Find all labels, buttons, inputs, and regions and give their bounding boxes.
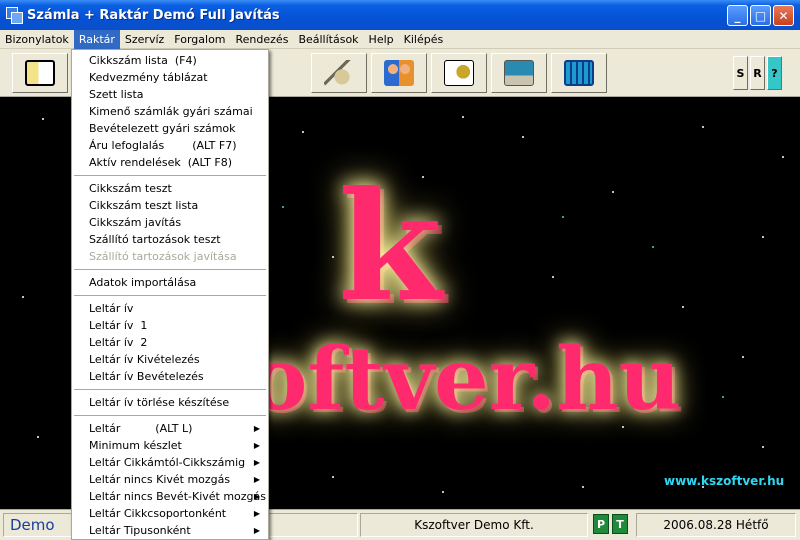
menu-item-szett-lista[interactable]: Szett lista <box>72 86 268 103</box>
submenu-arrow-icon: ▶ <box>253 475 260 484</box>
users-icon <box>384 60 414 86</box>
menu-item-aktiv-rendelesek[interactable]: Aktív rendelések (ALT F8) <box>72 154 268 171</box>
submenu-arrow-icon: ▶ <box>253 441 260 450</box>
submenu-arrow-icon: ▶ <box>253 526 260 535</box>
toolbar-button-music[interactable] <box>311 53 367 93</box>
website-link[interactable]: www.kszoftver.hu <box>664 474 784 488</box>
menu-item-cikkszam-teszt-lista[interactable]: Cikkszám teszt lista <box>72 197 268 214</box>
menu-item-leltar-iv-torlese[interactable]: Leltár ív törlése készítése <box>72 394 268 411</box>
submenu-arrow-icon: ▶ <box>253 509 260 518</box>
menu-item-leltar-iv-kivetelezes[interactable]: Leltár ív Kivételezés <box>72 351 268 368</box>
menu-item-kimeno-gyari-szamai[interactable]: Kimenő számlák gyári számai <box>72 103 268 120</box>
menu-beallitasok[interactable]: Beállítások <box>293 30 363 49</box>
calculator-icon <box>564 60 594 86</box>
window-title: Számla + Raktár Demó Full Javítás <box>27 7 280 23</box>
toolbar-button-partners[interactable] <box>371 53 427 93</box>
menu-bizonylatok[interactable]: Bizonylatok <box>0 30 74 49</box>
menu-item-label: Leltár nincs Kivét mozgás <box>89 473 231 486</box>
menu-help[interactable]: Help <box>364 30 399 49</box>
minimize-button[interactable]: _ <box>727 5 748 26</box>
toolbar-s-button[interactable]: S <box>733 56 748 90</box>
toolbar-button-computer[interactable] <box>491 53 547 93</box>
raktar-dropdown-menu: Cikkszám lista (F4) Kedvezmény táblázat … <box>71 49 269 540</box>
toolbar-r-button[interactable]: R <box>750 56 765 90</box>
toolbar-button-settings[interactable] <box>431 53 487 93</box>
menu-separator <box>74 415 266 416</box>
app-icon[interactable] <box>6 7 23 24</box>
menu-item-szallito-tartozasok-teszt[interactable]: Szállító tartozások teszt <box>72 231 268 248</box>
menu-item-leltar-tipusonkent[interactable]: Leltár Tipusonként ▶ <box>72 522 268 539</box>
folder-list-icon <box>25 60 55 86</box>
menu-separator <box>74 295 266 296</box>
menu-bar: Bizonylatok Raktár Szervíz Forgalom Rend… <box>0 29 800 49</box>
menu-item-minimum-keszlet[interactable]: Minimum készlet ▶ <box>72 437 268 454</box>
menu-item-label: Leltár Tipusonként <box>89 524 191 537</box>
menu-item-leltar-iv[interactable]: Leltár ív <box>72 300 268 317</box>
menu-separator <box>74 269 266 270</box>
menu-item-leltar-nincs-kivet[interactable]: Leltár nincs Kivét mozgás ▶ <box>72 471 268 488</box>
menu-item-label: Minimum készlet <box>89 439 182 452</box>
menu-item-leltar-iv-2[interactable]: Leltár ív 2 <box>72 334 268 351</box>
menu-item-cikkszam-javitas[interactable]: Cikkszám javítás <box>72 214 268 231</box>
menu-item-label: Leltár Cikkcsoportonként <box>89 507 227 520</box>
toolbar-button-calculator[interactable] <box>551 53 607 93</box>
close-button[interactable]: ✕ <box>773 5 794 26</box>
submenu-arrow-icon: ▶ <box>253 492 260 501</box>
menu-kilepes[interactable]: Kilépés <box>399 30 449 49</box>
menu-forgalom[interactable]: Forgalom <box>169 30 230 49</box>
logo-text: oftver.hu <box>250 329 682 430</box>
window-controls: _ □ ✕ <box>727 5 794 26</box>
menu-item-adatok-importalasa[interactable]: Adatok importálása <box>72 274 268 291</box>
logo-letter-k: k <box>338 159 442 335</box>
menu-item-label: Leltár (ALT L) <box>89 422 193 435</box>
status-company: Kszoftver Demo Kft. <box>360 513 588 537</box>
maximize-button[interactable]: □ <box>750 5 771 26</box>
status-date: 2006.08.28 Hétfő <box>636 513 796 537</box>
toolbar-button-documents[interactable] <box>12 53 68 93</box>
status-t-indicator[interactable]: T <box>612 514 628 534</box>
menu-item-szallito-tartozasok-javitasa: Szállító tartozások javítása <box>89 250 237 263</box>
menu-item-cikkszam-teszt[interactable]: Cikkszám teszt <box>72 180 268 197</box>
gears-shortcut-icon <box>444 60 474 86</box>
submenu-arrow-icon: ▶ <box>253 424 260 433</box>
title-bar[interactable]: Számla + Raktár Demó Full Javítás _ □ ✕ <box>0 0 800 30</box>
menu-item-cikkszam-lista[interactable]: Cikkszám lista (F4) <box>72 52 268 69</box>
status-p-indicator[interactable]: P <box>593 514 609 534</box>
menu-item-aru-lefoglalas[interactable]: Áru lefoglalás (ALT F7) <box>72 137 268 154</box>
menu-szerviz[interactable]: Szervíz <box>120 30 169 49</box>
menu-item-bevetelezett-gyari-szamok[interactable]: Bevételezett gyári számok <box>72 120 268 137</box>
menu-separator <box>74 389 266 390</box>
menu-item-label: Leltár Cikkámtól-Cikkszámig <box>89 456 246 469</box>
saxophone-icon <box>324 60 354 86</box>
submenu-arrow-icon: ▶ <box>253 458 260 467</box>
menu-item-kedvezmeny-tablazat[interactable]: Kedvezmény táblázat <box>72 69 268 86</box>
menu-item-leltar-iv-1[interactable]: Leltár ív 1 <box>72 317 268 334</box>
menu-raktar[interactable]: Raktár <box>73 29 120 49</box>
computer-icon <box>504 60 534 86</box>
menu-item-label: Leltár nincs Bevét-Kivét mozgás <box>89 490 267 503</box>
menu-separator <box>74 175 266 176</box>
menu-rendezes[interactable]: Rendezés <box>231 30 294 49</box>
menu-item-leltar-nincs-bevet-kivet[interactable]: Leltár nincs Bevét-Kivét mozgás ▶ <box>72 488 268 505</box>
menu-item-leltar-cikkcsoportonkent[interactable]: Leltár Cikkcsoportonként ▶ <box>72 505 268 522</box>
menu-item-leltar-iv-bevetelezes[interactable]: Leltár ív Bevételezés <box>72 368 268 385</box>
menu-item-leltar[interactable]: Leltár (ALT L) ▶ <box>72 420 268 437</box>
toolbar-help-button[interactable]: ? <box>767 56 782 90</box>
menu-item-leltar-cikkszamtol[interactable]: Leltár Cikkámtól-Cikkszámig ▶ <box>72 454 268 471</box>
